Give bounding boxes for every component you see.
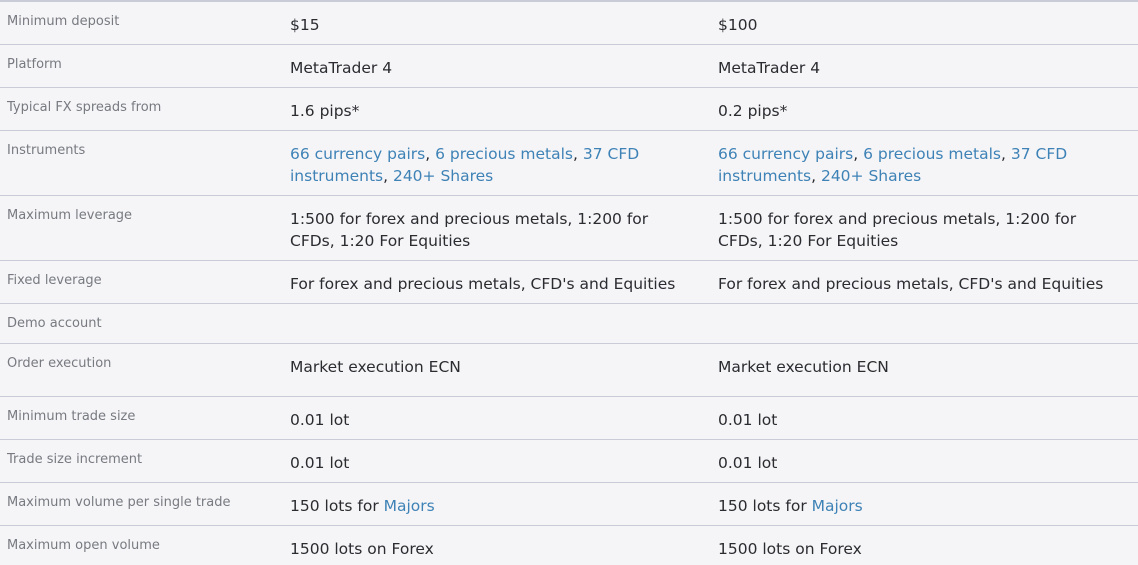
table-row: Demo account <box>0 303 1138 343</box>
shares-link[interactable]: 240+ Shares <box>393 167 493 185</box>
value-platform-2: MetaTrader 4 <box>718 58 821 77</box>
value-maximum-leverage-2: 1:500 for forex and precious metals, 1:2… <box>718 209 1077 250</box>
row-label-maximum-volume: Maximum volume per single trade <box>7 494 231 510</box>
volume-text: 150 lots for <box>718 496 812 515</box>
table-row: Minimum trade size 0.01 lot 0.01 lot <box>0 396 1138 439</box>
table-row: Platform MetaTrader 4 MetaTrader 4 <box>0 44 1138 87</box>
value-minimum-deposit-2: $100 <box>718 16 758 34</box>
value-instruments-2: 66 currency pairs, 6 precious metals, 37… <box>710 130 1138 195</box>
volume-text: 150 lots for <box>290 496 384 515</box>
value-maximum-leverage-1: 1:500 for forex and precious metals, 1:2… <box>290 209 649 250</box>
value-maximum-volume-1: 150 lots for Majors <box>282 482 710 525</box>
majors-link[interactable]: Majors <box>384 497 435 515</box>
separator: , <box>853 144 864 163</box>
table-row: Maximum volume per single trade 150 lots… <box>0 482 1138 525</box>
value-minimum-deposit-1: $15 <box>290 16 320 34</box>
value-maximum-open-volume-2: 1500 lots on Forex <box>718 539 862 558</box>
currency-pairs-link[interactable]: 66 currency pairs <box>290 145 425 163</box>
currency-pairs-link[interactable]: 66 currency pairs <box>718 145 853 163</box>
table-row: Minimum deposit $15 $100 <box>0 1 1138 44</box>
row-label-maximum-leverage: Maximum leverage <box>7 207 133 223</box>
row-label-fixed-leverage: Fixed leverage <box>7 272 102 288</box>
table-row: Maximum open volume 1500 lots on Forex 1… <box>0 525 1138 565</box>
value-fixed-leverage-2: For forex and precious metals, CFD's and… <box>718 274 1104 293</box>
separator: , <box>425 144 436 163</box>
separator: , <box>573 144 583 163</box>
separator: , <box>383 166 393 185</box>
table-row: Fixed leverage For forex and precious me… <box>0 260 1138 303</box>
value-order-execution-1: Market execution ECN <box>290 357 461 376</box>
row-label-maximum-open-volume: Maximum open volume <box>7 537 160 553</box>
row-label-platform: Platform <box>7 56 62 72</box>
row-label-minimum-deposit: Minimum deposit <box>7 14 120 29</box>
value-instruments-1: 66 currency pairs, 6 precious metals, 37… <box>282 130 710 195</box>
value-fixed-leverage-1: For forex and precious metals, CFD's and… <box>290 274 676 293</box>
table-row: Trade size increment 0.01 lot 0.01 lot <box>0 439 1138 482</box>
value-fx-spreads-2: 0.2 pips* <box>718 101 788 120</box>
value-minimum-trade-size-2: 0.01 lot <box>718 410 778 429</box>
shares-link[interactable]: 240+ Shares <box>821 167 921 185</box>
account-comparison-table: Minimum deposit $15 $100 Platform MetaTr… <box>0 0 1138 565</box>
table-row: Order execution Market execution ECN Mar… <box>0 343 1138 396</box>
value-maximum-volume-2: 150 lots for Majors <box>710 482 1138 525</box>
value-order-execution-2: Market execution ECN <box>718 357 889 376</box>
row-label-demo-account: Demo account <box>7 315 102 331</box>
row-label-order-execution: Order execution <box>7 355 112 371</box>
value-minimum-trade-size-1: 0.01 lot <box>290 410 350 429</box>
value-platform-1: MetaTrader 4 <box>290 58 393 77</box>
value-trade-size-increment-2: 0.01 lot <box>718 453 778 472</box>
row-label-minimum-trade-size: Minimum trade size <box>7 408 136 424</box>
table-row: Maximum leverage 1:500 for forex and pre… <box>0 195 1138 260</box>
value-demo-account-2 <box>710 303 1138 343</box>
row-label-fx-spreads: Typical FX spreads from <box>7 99 162 115</box>
precious-metals-link[interactable]: 6 precious metals <box>435 145 573 163</box>
majors-link[interactable]: Majors <box>812 497 863 515</box>
table-row: Typical FX spreads from 1.6 pips* 0.2 pi… <box>0 87 1138 130</box>
value-fx-spreads-1: 1.6 pips* <box>290 101 360 120</box>
row-label-instruments: Instruments <box>7 142 86 158</box>
precious-metals-link[interactable]: 6 precious metals <box>863 145 1001 163</box>
table-row: Instruments 66 currency pairs, 6 preciou… <box>0 130 1138 195</box>
row-label-trade-size-increment: Trade size increment <box>7 451 143 467</box>
separator: , <box>1001 144 1011 163</box>
separator: , <box>811 166 821 185</box>
value-trade-size-increment-1: 0.01 lot <box>290 453 350 472</box>
value-maximum-open-volume-1: 1500 lots on Forex <box>290 539 434 558</box>
value-demo-account-1 <box>282 303 710 343</box>
